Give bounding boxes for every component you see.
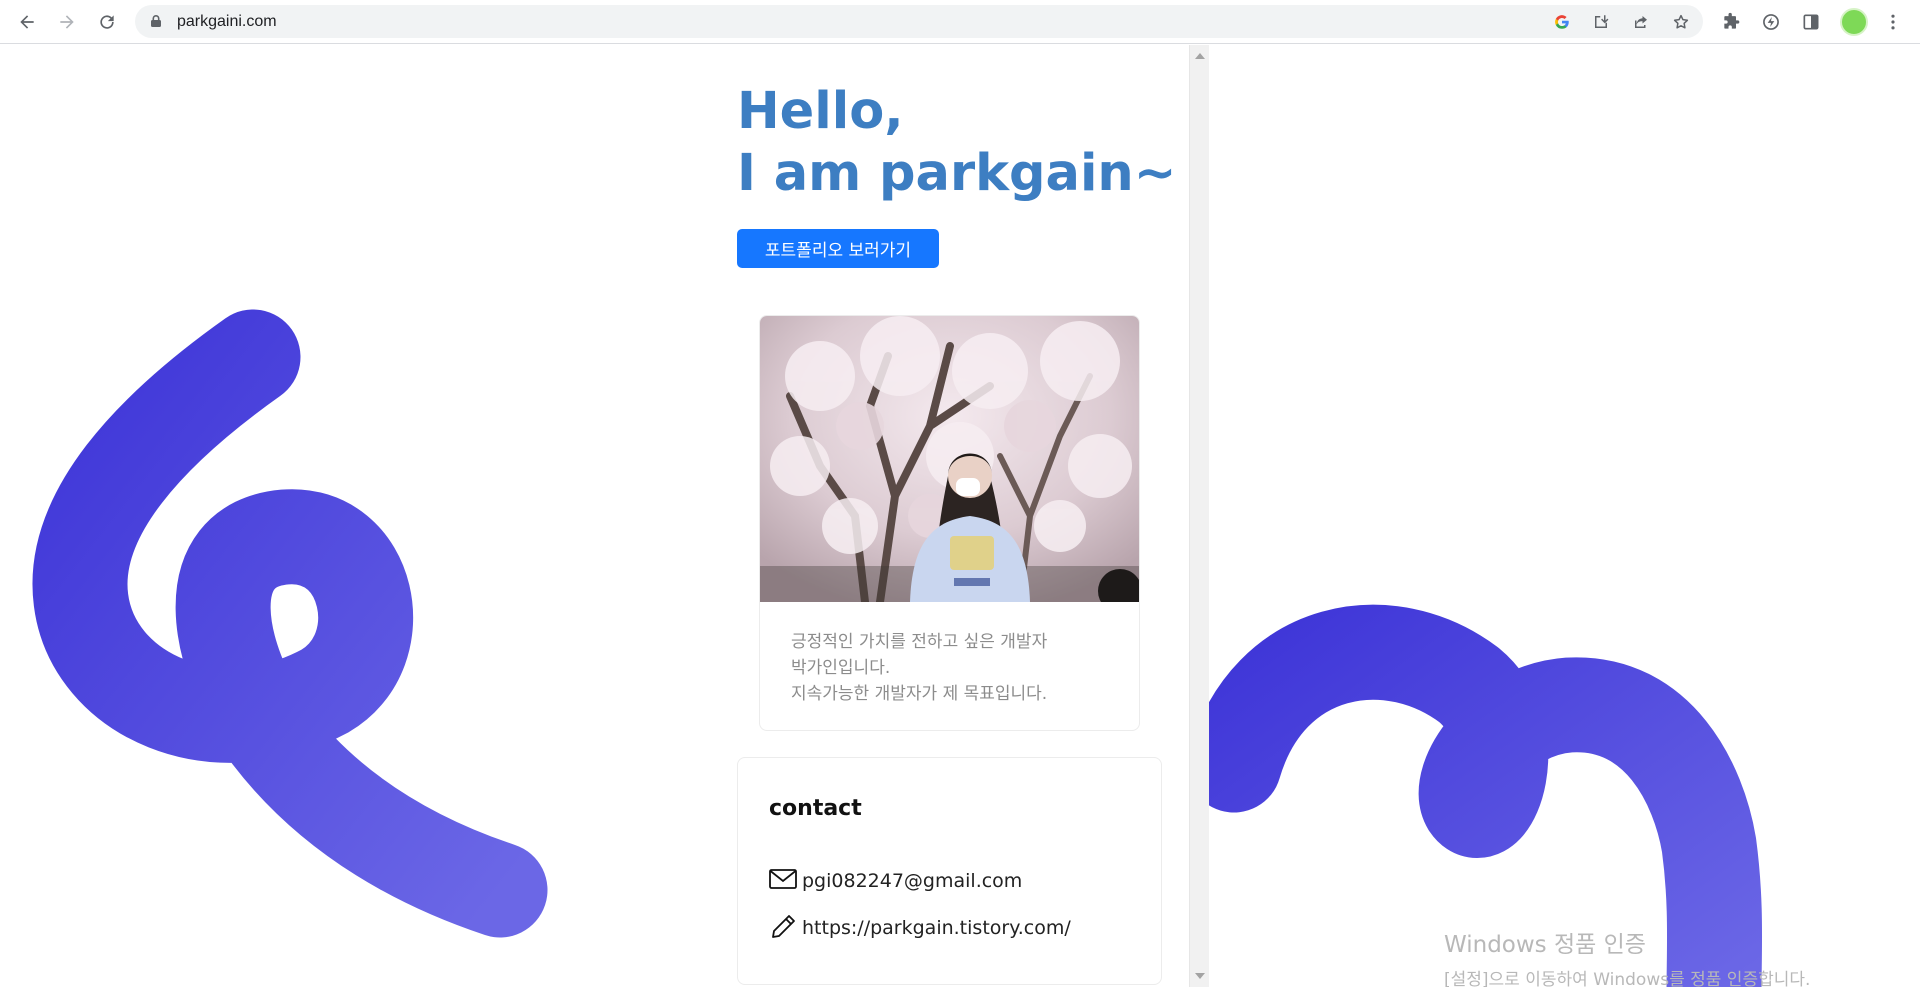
contact-title: contact xyxy=(769,796,862,821)
hero-line-2: I am parkgain~ xyxy=(737,144,1177,203)
menu-kebab-icon[interactable] xyxy=(1880,9,1906,35)
watermark-subtitle: [설정]으로 이동하여 Windows를 정품 인증합니다. xyxy=(1444,970,1811,987)
page-viewport: Hello, I am parkgain~ 포트폴리오 보러가기 긍정적인 가치… xyxy=(0,45,1920,987)
pencil-icon xyxy=(772,915,795,938)
profile-photo xyxy=(760,316,1139,602)
performance-icon[interactable] xyxy=(1758,9,1784,35)
profile-card: 긍정적인 가치를 전하고 싶은 개발자 박가인입니다. 지속가능한 개발자가 제… xyxy=(759,315,1140,731)
view-portfolio-button[interactable]: 포트폴리오 보러가기 xyxy=(737,229,939,268)
forward-arrow-icon[interactable] xyxy=(53,8,81,36)
contact-blog-link[interactable]: https://parkgain.tistory.com/ xyxy=(802,917,1071,939)
side-panel-icon[interactable] xyxy=(1798,9,1824,35)
contact-card: contact pgi082247@gmail.com https://park… xyxy=(737,757,1162,985)
google-icon[interactable] xyxy=(1551,11,1573,33)
hero-heading: Hello, I am parkgain~ xyxy=(737,81,1176,205)
back-arrow-icon[interactable] xyxy=(13,8,41,36)
profile-description: 긍정적인 가치를 전하고 싶은 개발자 박가인입니다. 지속가능한 개발자가 제… xyxy=(791,629,1121,707)
squiggle-right-decoration xyxy=(1209,604,1763,987)
main-page: Hello, I am parkgain~ 포트폴리오 보러가기 긍정적인 가치… xyxy=(0,45,1189,987)
url-text[interactable]: parkgaini.com xyxy=(177,13,277,31)
install-app-icon[interactable] xyxy=(1590,11,1612,33)
windows-activation-watermark: Windows 정품 인증 [설정]으로 이동하여 Windows를 정품 인증… xyxy=(1444,925,1810,987)
address-bar[interactable]: parkgaini.com xyxy=(135,5,1703,38)
page-scrollbar[interactable] xyxy=(1189,45,1209,987)
bookmark-star-icon[interactable] xyxy=(1670,11,1692,33)
profile-avatar[interactable] xyxy=(1840,8,1868,36)
share-icon[interactable] xyxy=(1630,11,1652,33)
mail-icon xyxy=(769,869,797,889)
profile-desc-line-2: 박가인입니다. xyxy=(791,658,891,678)
side-page xyxy=(1209,45,1920,987)
extensions-icon[interactable] xyxy=(1718,9,1744,35)
contact-email[interactable]: pgi082247@gmail.com xyxy=(802,870,1022,892)
profile-desc-line-1: 긍정적인 가치를 전하고 싶은 개발자 xyxy=(791,632,1048,652)
scroll-down-arrow-icon[interactable] xyxy=(1195,973,1205,979)
scroll-up-arrow-icon[interactable] xyxy=(1195,53,1205,59)
contact-email-row: pgi082247@gmail.com xyxy=(769,866,1022,892)
lock-icon[interactable] xyxy=(149,14,163,28)
squiggle-left-decoration xyxy=(32,309,548,938)
hero-line-1: Hello, xyxy=(737,82,904,141)
browser-toolbar: parkgaini.com xyxy=(0,0,1920,44)
profile-desc-line-3: 지속가능한 개발자가 제 목표입니다. xyxy=(791,684,1048,704)
watermark-title: Windows 정품 인증 xyxy=(1444,932,1646,958)
contact-blog-row: https://parkgain.tistory.com/ xyxy=(769,913,1071,939)
reload-icon[interactable] xyxy=(93,8,121,36)
